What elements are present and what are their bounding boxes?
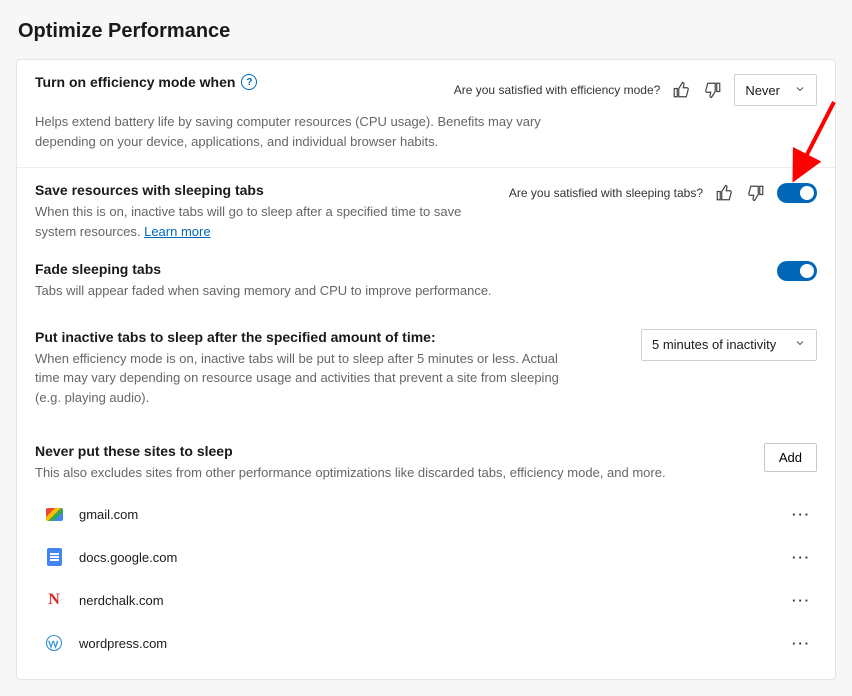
more-options-icon[interactable]: ··· (786, 546, 817, 569)
efficiency-feedback-prompt: Are you satisfied with efficiency mode? (454, 83, 661, 97)
inactive-time-section: Put inactive tabs to sleep after the spe… (17, 315, 835, 422)
site-url: nerdchalk.com (79, 593, 770, 608)
chevron-down-icon (794, 337, 806, 352)
site-url: gmail.com (79, 507, 770, 522)
more-options-icon[interactable]: ··· (786, 589, 817, 612)
thumbs-up-icon[interactable] (713, 182, 735, 204)
efficiency-mode-select[interactable]: Never (734, 74, 817, 106)
more-options-icon[interactable]: ··· (786, 632, 817, 655)
chevron-down-icon (794, 83, 806, 98)
wordpress-favicon-icon (45, 634, 63, 652)
settings-panel: Turn on efficiency mode when ? Are you s… (16, 59, 836, 680)
never-sleep-section: Never put these sites to sleep This also… (17, 421, 835, 679)
site-url: docs.google.com (79, 550, 770, 565)
thumbs-down-icon[interactable] (702, 79, 724, 101)
site-row: gmail.com ··· (35, 493, 817, 536)
learn-more-link[interactable]: Learn more (144, 224, 210, 239)
docs-favicon-icon (45, 548, 63, 566)
sleeping-feedback-prompt: Are you satisfied with sleeping tabs? (509, 186, 703, 200)
site-list: gmail.com ··· docs.google.com ··· N nerd… (35, 493, 817, 665)
fade-tabs-toggle[interactable] (777, 261, 817, 281)
add-site-button[interactable]: Add (764, 443, 817, 472)
efficiency-mode-desc: Helps extend battery life by saving comp… (35, 112, 575, 151)
efficiency-mode-title: Turn on efficiency mode when ? (35, 74, 438, 90)
site-row: wordpress.com ··· (35, 622, 817, 665)
inactive-time-select[interactable]: 5 minutes of inactivity (641, 329, 817, 361)
sleeping-tabs-title: Save resources with sleeping tabs (35, 182, 493, 198)
sleeping-tabs-desc-text: When this is on, inactive tabs will go t… (35, 204, 461, 239)
inactive-time-value: 5 minutes of inactivity (652, 337, 776, 352)
gmail-favicon-icon (45, 505, 63, 523)
site-url: wordpress.com (79, 636, 770, 651)
help-icon[interactable]: ? (241, 74, 257, 90)
never-sleep-desc: This also excludes sites from other perf… (35, 463, 748, 483)
inactive-time-title: Put inactive tabs to sleep after the spe… (35, 329, 625, 345)
never-sleep-title: Never put these sites to sleep (35, 443, 748, 459)
efficiency-mode-section: Turn on efficiency mode when ? Are you s… (17, 60, 835, 168)
sleeping-tabs-toggle[interactable] (777, 183, 817, 203)
thumbs-down-icon[interactable] (745, 182, 767, 204)
site-row: docs.google.com ··· (35, 536, 817, 579)
site-row: N nerdchalk.com ··· (35, 579, 817, 622)
nerdchalk-favicon-icon: N (45, 591, 63, 609)
fade-tabs-section: Fade sleeping tabs Tabs will appear fade… (17, 247, 835, 315)
sleeping-tabs-desc: When this is on, inactive tabs will go t… (35, 202, 493, 241)
efficiency-mode-title-text: Turn on efficiency mode when (35, 74, 235, 90)
efficiency-mode-select-value: Never (745, 83, 780, 98)
thumbs-up-icon[interactable] (670, 79, 692, 101)
fade-tabs-title: Fade sleeping tabs (35, 261, 761, 277)
page-title: Optimize Performance (18, 20, 836, 43)
sleeping-tabs-section: Save resources with sleeping tabs When t… (17, 168, 835, 247)
more-options-icon[interactable]: ··· (786, 503, 817, 526)
inactive-time-desc: When efficiency mode is on, inactive tab… (35, 349, 575, 408)
fade-tabs-desc: Tabs will appear faded when saving memor… (35, 281, 575, 301)
